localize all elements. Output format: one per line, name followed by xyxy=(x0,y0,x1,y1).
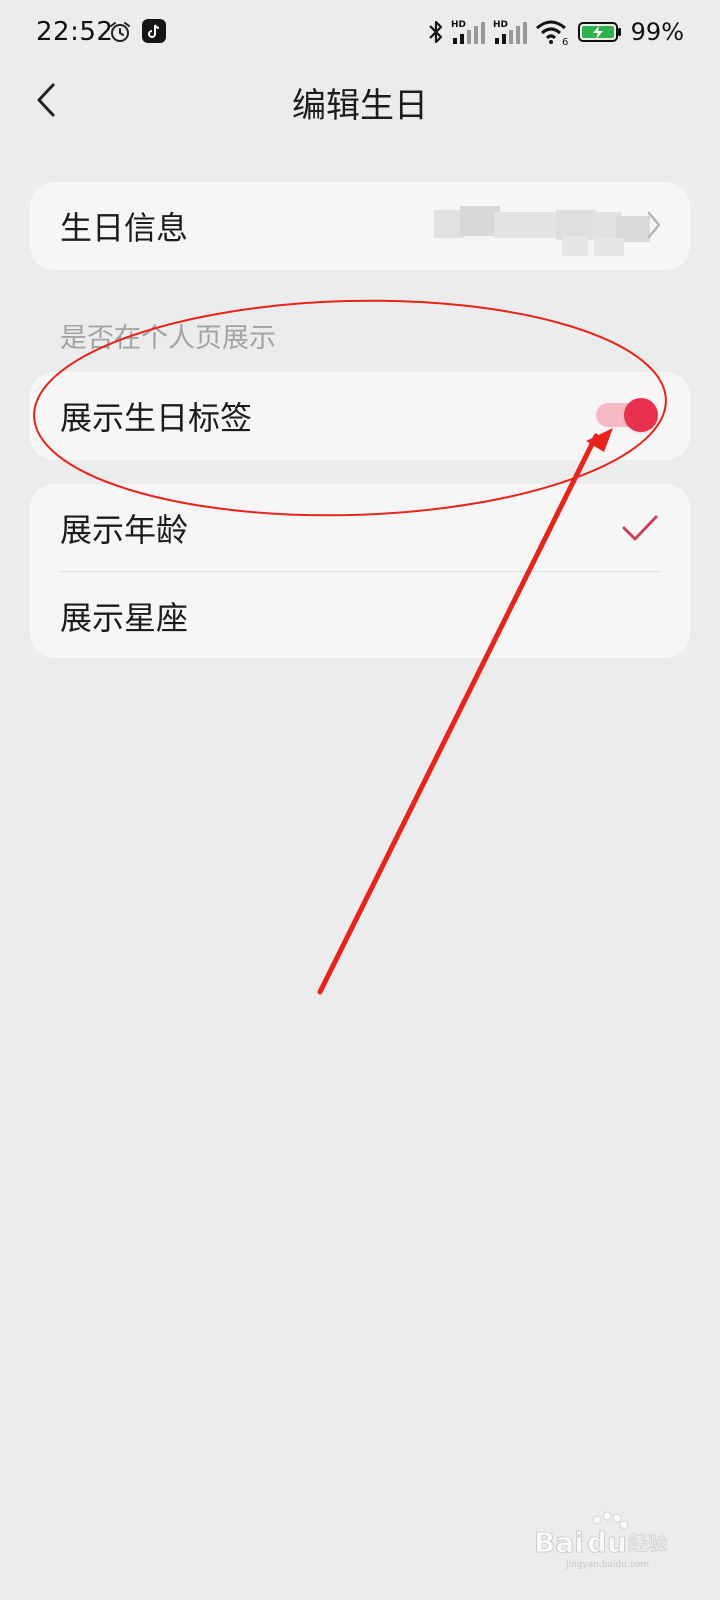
chevron-right-icon xyxy=(647,211,661,239)
status-icons: HD HD 6 99% xyxy=(427,17,684,47)
baidu-jingyan-watermark: Bai du 经验 jingyan.baidu.com xyxy=(534,1511,668,1570)
show-birthday-tag-toggle[interactable] xyxy=(596,398,658,432)
tiktok-app-icon xyxy=(142,19,166,43)
svg-text:du: du xyxy=(587,1526,627,1559)
birthday-tag-card: 展示生日标签 xyxy=(30,372,690,460)
svg-text:经验: 经验 xyxy=(628,1531,668,1555)
show-birthday-tag-label: 展示生日标签 xyxy=(60,398,253,437)
birthday-info-label: 生日信息 xyxy=(60,208,189,247)
alarm-clock-icon xyxy=(110,22,130,42)
option-label: 展示星座 xyxy=(60,598,189,637)
birthday-value-blurred xyxy=(434,206,650,256)
section-header: 是否在个人页展示 xyxy=(60,323,276,354)
svg-text:6: 6 xyxy=(562,37,568,46)
page-title: 编辑生日 xyxy=(292,86,428,126)
wifi-icon: 6 xyxy=(535,20,568,46)
check-icon xyxy=(622,515,658,541)
option-show-zodiac[interactable]: 展示星座 xyxy=(30,572,690,659)
bluetooth-icon xyxy=(428,20,442,44)
navigation-bar: 编辑生日 xyxy=(0,64,720,136)
screen: 22:52 HD HD 6 99% 编辑生日 生日信息 是否在个人页展示 展示生… xyxy=(0,0,720,1600)
svg-text:HD: HD xyxy=(451,20,466,30)
signal-strength-icon: HD xyxy=(451,20,485,44)
option-show-age[interactable]: 展示年龄 xyxy=(30,484,690,571)
birthday-info-card: 生日信息 xyxy=(30,182,690,270)
birthday-info-row[interactable]: 生日信息 xyxy=(30,182,690,269)
signal-strength-icon-2: HD xyxy=(493,20,527,44)
show-birthday-tag-row: 展示生日标签 xyxy=(30,372,690,459)
option-label: 展示年龄 xyxy=(60,510,189,549)
status-time: 22:52 xyxy=(36,17,114,47)
display-options-card: 展示年龄 展示星座 xyxy=(30,484,690,658)
svg-text:Bai: Bai xyxy=(534,1526,584,1559)
svg-text:jingyan.baidu.com: jingyan.baidu.com xyxy=(565,1560,649,1570)
svg-text:HD: HD xyxy=(493,20,508,30)
battery-charging-icon xyxy=(577,22,621,42)
battery-percent: 99% xyxy=(630,18,684,46)
status-bar: 22:52 HD HD 6 99% xyxy=(0,0,720,64)
toggle-thumb xyxy=(624,398,658,432)
